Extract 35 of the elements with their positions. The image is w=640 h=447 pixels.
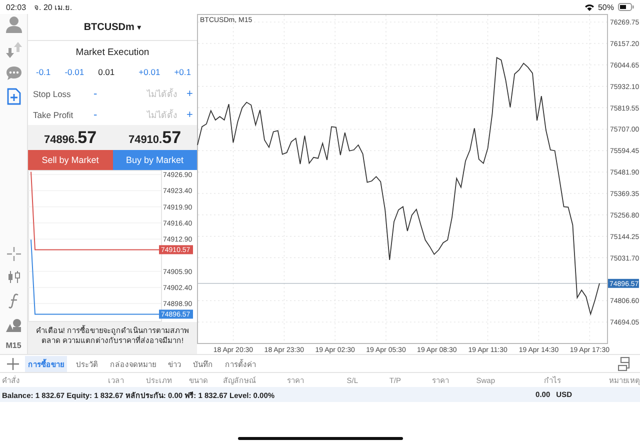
execution-mode: Market Execution bbox=[74, 46, 150, 60]
layout-icon[interactable] bbox=[618, 356, 632, 370]
stop-label: Stop Loss bbox=[33, 88, 72, 98]
volume-value[interactable]: 0.01 bbox=[98, 67, 115, 77]
stop-field[interactable]: ไม่ได้ตั้ง bbox=[103, 84, 184, 102]
chat-icon[interactable] bbox=[6, 66, 22, 81]
volume-step-link[interactable]: -0.01 bbox=[64, 67, 84, 77]
add-icon[interactable] bbox=[7, 358, 19, 370]
symbol-selector[interactable]: BTCUSDm ▾ bbox=[84, 22, 142, 32]
decrease-button[interactable]: - bbox=[93, 108, 104, 120]
stop-label: Take Profit bbox=[33, 110, 74, 120]
volume-step-link[interactable]: +0.01 bbox=[138, 67, 160, 77]
buy-button[interactable]: Buy by Market bbox=[112, 150, 197, 170]
wifi-icon bbox=[584, 4, 594, 10]
document-plus-icon[interactable] bbox=[6, 88, 20, 105]
battery-level: 50% bbox=[598, 2, 614, 12]
crosshair-icon[interactable] bbox=[6, 247, 20, 261]
volume-step-link[interactable]: -0.1 bbox=[36, 67, 51, 77]
function-icon[interactable] bbox=[8, 293, 20, 309]
quote-price: 74910.57 bbox=[128, 128, 182, 148]
sell-button[interactable]: Sell by Market bbox=[28, 150, 112, 170]
candlestick-icon[interactable] bbox=[6, 270, 20, 284]
person-icon[interactable] bbox=[6, 16, 22, 34]
quote-price: 74896.57 bbox=[44, 128, 97, 148]
date: จ. 20 เม.ย. bbox=[34, 2, 72, 14]
increase-button[interactable]: + bbox=[183, 88, 193, 100]
arrows-icon[interactable] bbox=[6, 41, 22, 59]
volume-step-link[interactable]: +0.1 bbox=[174, 67, 191, 77]
clock: 02:03 bbox=[6, 2, 26, 12]
shapes-icon[interactable] bbox=[6, 318, 22, 332]
stop-field[interactable]: ไม่ได้ตั้ง bbox=[103, 106, 184, 124]
timeframe-button[interactable]: M15 bbox=[6, 341, 22, 350]
increase-button[interactable]: + bbox=[183, 108, 193, 120]
battery-icon bbox=[618, 3, 634, 11]
decrease-button[interactable]: - bbox=[93, 88, 104, 100]
